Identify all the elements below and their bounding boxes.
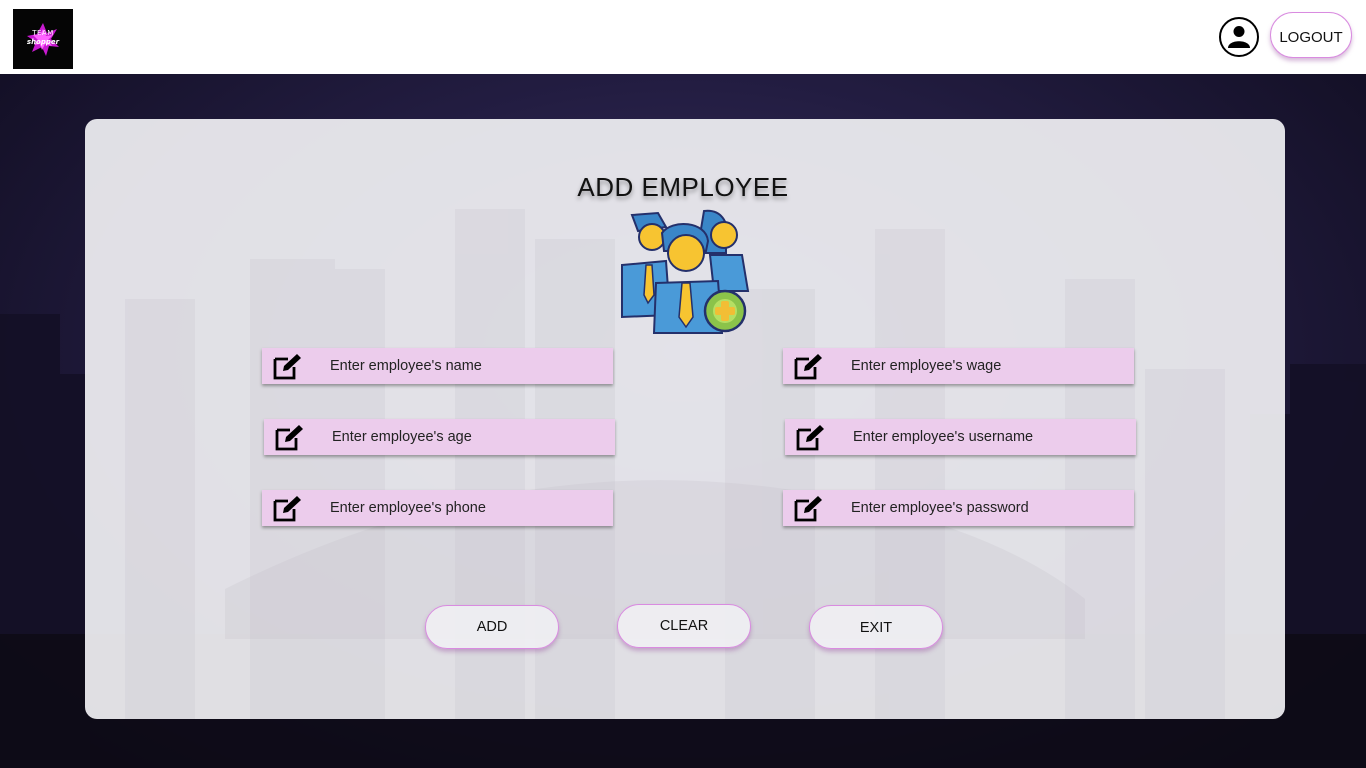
logo-text-bottom: shopper — [26, 38, 60, 46]
employee-password-input[interactable] — [849, 492, 1134, 524]
add-employee-illustration-icon — [621, 209, 750, 334]
employee-password-field[interactable] — [783, 490, 1134, 526]
top-bar: TEAM shopper LOGOUT — [0, 0, 1366, 74]
edit-icon — [794, 496, 822, 522]
employee-wage-input[interactable] — [849, 350, 1134, 382]
exit-button[interactable]: EXIT — [809, 605, 943, 649]
employee-name-input[interactable] — [328, 350, 613, 382]
employee-age-field[interactable] — [264, 419, 615, 455]
page-title: ADD EMPLOYEE — [577, 172, 789, 202]
employee-username-input[interactable] — [851, 421, 1136, 453]
employee-phone-field[interactable] — [262, 490, 613, 526]
employee-username-field[interactable] — [785, 419, 1136, 455]
employee-phone-input[interactable] — [328, 492, 613, 524]
add-button[interactable]: ADD — [425, 605, 559, 649]
employee-age-input[interactable] — [330, 421, 615, 453]
logo-text-top: TEAM — [32, 29, 54, 37]
employee-name-field[interactable] — [262, 348, 613, 384]
employee-wage-field[interactable] — [783, 348, 1134, 384]
edit-icon — [796, 425, 824, 451]
edit-icon — [273, 496, 301, 522]
edit-icon — [794, 354, 822, 380]
logout-button[interactable]: LOGOUT — [1270, 12, 1352, 58]
clear-button[interactable]: CLEAR — [617, 604, 751, 648]
user-account-icon[interactable] — [1219, 17, 1259, 57]
edit-icon — [273, 354, 301, 380]
edit-icon — [275, 425, 303, 451]
logo[interactable]: TEAM shopper — [13, 9, 73, 69]
